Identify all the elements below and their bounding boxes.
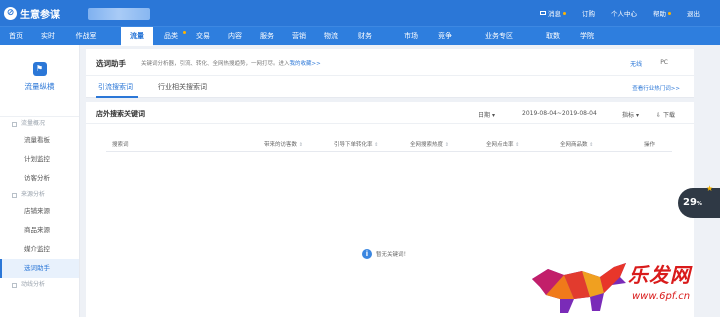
- page-title: 选词助手: [96, 59, 126, 68]
- nav-content[interactable]: 内容: [222, 27, 248, 46]
- watermark-url: www.6pf.cn: [632, 291, 691, 302]
- empty-text: 暂无关键词！: [376, 252, 410, 258]
- watermark-title: 乐发网: [628, 263, 691, 287]
- nav-marketing[interactable]: 营销: [286, 27, 312, 46]
- sidebar: ⚑ 流量纵横 流量概况 流量看板 计划监控 访客分析 来源分析 店铺来源 商品来…: [0, 45, 80, 317]
- sort-icon: ⇕: [298, 142, 303, 148]
- unread-dot-icon: [563, 11, 566, 15]
- col-product-count[interactable]: 全网商品数 ⇕: [560, 140, 593, 148]
- active-tab-underline: [96, 96, 138, 98]
- helper-bar: 选词助手 关键词分析器，引流、转化、全网热搜趋势，一网打尽。进入我的收藏>> 无…: [86, 49, 694, 76]
- nav-academy[interactable]: 学院: [574, 27, 600, 46]
- helper-description: 关键词分析器，引流、转化、全网热搜趋势，一网打尽。进入我的收藏>>: [141, 61, 321, 67]
- overview-icon: [12, 121, 17, 127]
- panel-header: 店外搜索关键词 日期 ▾ 2019-08-04~2019-08-04 指标 ▾ …: [86, 102, 694, 124]
- profile-link[interactable]: 个人中心: [611, 8, 637, 18]
- download-button[interactable]: ⇩ 下载: [656, 110, 675, 119]
- sidebar-item-visitor-analysis[interactable]: 访客分析: [0, 169, 79, 188]
- envelope-icon: [540, 11, 546, 15]
- sidebar-item-plan-monitor[interactable]: 计划监控: [0, 150, 79, 169]
- indicator-select[interactable]: 指标 ▾: [622, 110, 639, 119]
- category-dot-icon: [183, 31, 186, 34]
- brand-name: 生意参谋: [20, 10, 60, 21]
- favorites-link[interactable]: 我的收藏>>: [290, 61, 321, 67]
- score-value: 29%: [683, 197, 702, 208]
- tabs-row: 引流搜索词 行业相关搜索词 查看行业热门词>>: [86, 76, 694, 98]
- path-icon: [12, 282, 17, 288]
- nav-business-zone[interactable]: 业务专区: [478, 27, 520, 46]
- col-keyword: 搜索词: [112, 142, 129, 148]
- nav-home[interactable]: 首页: [2, 27, 30, 46]
- nav-service[interactable]: 服务: [254, 27, 280, 46]
- col-conversion[interactable]: 引导下单转化率 ⇕: [334, 140, 378, 148]
- col-click-rate[interactable]: 全网点击率 ⇕: [486, 140, 519, 148]
- crown-icon: ★: [706, 184, 714, 193]
- nav-war-room[interactable]: 作战室: [68, 27, 104, 46]
- traffic-module-icon: ⚑: [32, 62, 47, 76]
- table-header: 搜索词 带来的访客数 ⇕ 引导下单转化率 ⇕ 全网搜索热度 ⇕ 全网点击率 ⇕ …: [106, 136, 672, 152]
- sort-icon: ⇕: [444, 142, 449, 148]
- sidebar-group-path: 动线分析: [0, 278, 79, 292]
- sidebar-header: ⚑ 流量纵横: [0, 62, 79, 117]
- nav-trade[interactable]: 交易: [190, 27, 216, 46]
- date-picker[interactable]: 日期 ▾: [478, 110, 495, 119]
- nav-category[interactable]: 品类: [157, 27, 186, 46]
- sort-icon: ⇕: [515, 142, 520, 148]
- col-search-heat[interactable]: 全网搜索热度 ⇕: [410, 140, 449, 148]
- sort-icon: ⇕: [589, 142, 594, 148]
- device-switch: 无线 PC: [630, 59, 668, 68]
- logout-link[interactable]: 退出: [687, 8, 700, 18]
- sidebar-item-product-source[interactable]: 商品来源: [0, 221, 79, 240]
- help-dot-icon: [668, 11, 671, 15]
- tab-traffic-keywords[interactable]: 引流搜索词: [98, 82, 133, 92]
- nav-realtime[interactable]: 实时: [34, 27, 62, 46]
- sidebar-item-keyword-helper[interactable]: 选词助手: [0, 259, 79, 278]
- compass-icon: ⊘: [4, 7, 17, 20]
- empty-state: i 暂无关键词！: [362, 249, 409, 259]
- brand-logo[interactable]: ⊘ 生意参谋: [4, 6, 60, 21]
- industry-hot-words-link[interactable]: 查看行业热门词>>: [632, 84, 680, 92]
- sidebar-item-shop-source[interactable]: 店铺来源: [0, 202, 79, 221]
- bull-logo-icon: [532, 263, 626, 313]
- top-links: 消息 订购 个人中心 帮助 退出: [540, 8, 700, 18]
- source-icon: [12, 192, 17, 198]
- nav-logistics[interactable]: 物流: [318, 27, 344, 46]
- col-actions: 操作: [644, 142, 656, 148]
- sidebar-title: 流量纵横: [24, 82, 55, 91]
- info-icon: i: [362, 249, 372, 259]
- watermark: 乐发网 www.6pf.cn: [530, 255, 720, 317]
- nav-traffic[interactable]: 流量: [121, 27, 153, 46]
- nav-competition[interactable]: 竞争: [432, 27, 458, 46]
- nav-finance[interactable]: 财务: [352, 27, 378, 46]
- date-range: 2019-08-04~2019-08-04: [522, 110, 597, 117]
- sidebar-item-media-monitor[interactable]: 媒介监控: [0, 240, 79, 259]
- help-link[interactable]: 帮助: [653, 8, 671, 18]
- floating-score-badge[interactable]: ★ 29%: [678, 184, 720, 218]
- download-icon: ⇩: [656, 112, 662, 119]
- sidebar-item-dashboard[interactable]: 流量看板: [0, 131, 79, 150]
- main-nav: 首页 实时 作战室 流量 品类 交易 内容 服务 营销 物流 财务 市场 竞争 …: [0, 26, 720, 46]
- nav-data-fetch[interactable]: 取数: [540, 27, 566, 46]
- sort-icon: ⇕: [374, 142, 379, 148]
- nav-market[interactable]: 市场: [398, 27, 424, 46]
- chevron-down-icon: ▾: [635, 112, 639, 119]
- top-bar: ⊘ 生意参谋 消息 订购 个人中心 帮助 退出: [0, 0, 720, 26]
- order-link[interactable]: 订购: [582, 8, 595, 18]
- device-pc[interactable]: PC: [660, 59, 668, 68]
- blurred-shop-name: [88, 8, 150, 20]
- panel-title: 店外搜索关键词: [96, 110, 145, 118]
- device-wireless[interactable]: 无线: [630, 59, 642, 68]
- sidebar-group-overview: 流量概况: [0, 117, 79, 131]
- sidebar-group-source: 来源分析: [0, 188, 79, 202]
- chevron-down-icon: ▾: [491, 112, 495, 119]
- col-visitors[interactable]: 带来的访客数 ⇕: [264, 140, 303, 148]
- messages-link[interactable]: 消息: [540, 8, 566, 18]
- tab-industry-keywords[interactable]: 行业相关搜索词: [158, 82, 207, 92]
